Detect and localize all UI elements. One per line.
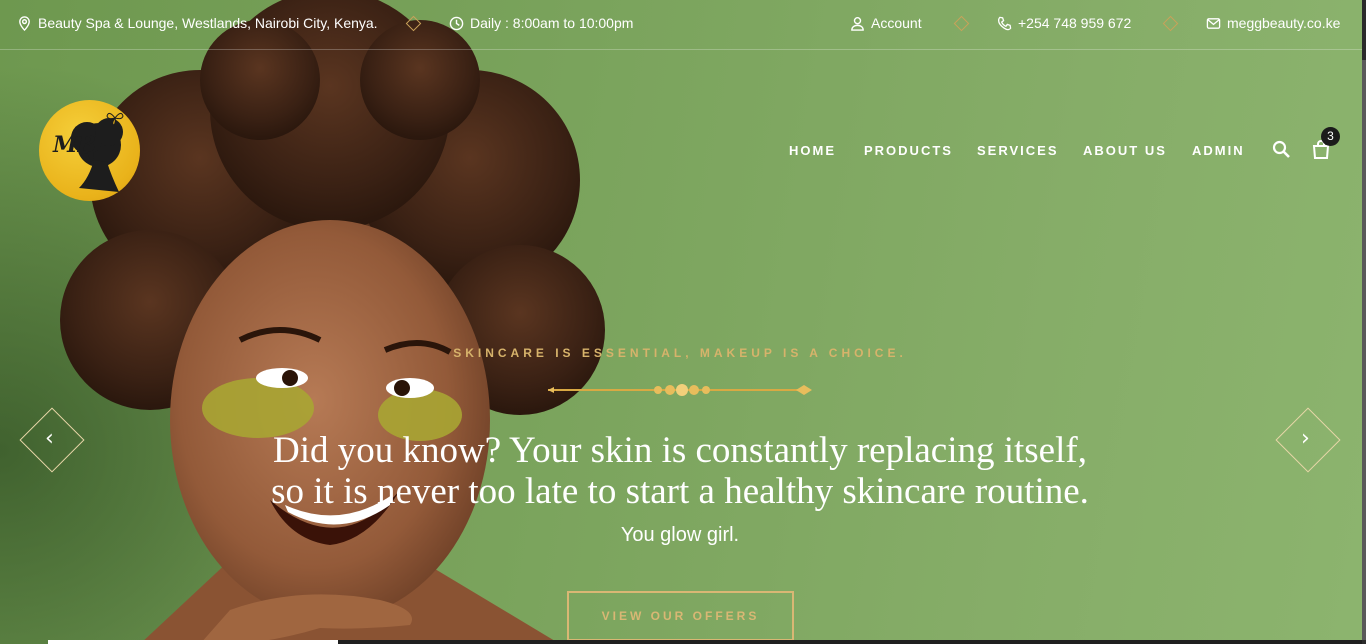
account-link[interactable]: Account [850, 15, 922, 31]
chevron-left-icon: ‹ [45, 426, 54, 451]
hero-portrait-image [0, 0, 700, 644]
nav-products[interactable]: PRODUCTS [864, 143, 953, 158]
separator-diamond [953, 15, 970, 32]
site-logo[interactable]: MB [39, 100, 140, 201]
email-link[interactable]: meggbeauty.co.ke [1206, 15, 1340, 31]
slider-progress-bar [48, 640, 338, 644]
top-info-bar: Beauty Spa & Lounge, Westlands, Nairobi … [0, 0, 1362, 50]
ornament-divider [548, 384, 812, 396]
scrollbar-thumb[interactable] [1362, 60, 1366, 640]
clock-icon [449, 16, 464, 30]
nav-services[interactable]: SERVICES [977, 143, 1059, 158]
hero-headline: Did you know? Your skin is constantly re… [180, 430, 1180, 512]
hours-item: Daily : 8:00am to 10:00pm [449, 15, 633, 31]
slider-progress-track [338, 640, 1362, 644]
address-item: Beauty Spa & Lounge, Westlands, Nairobi … [17, 15, 378, 31]
hero-subtitle: You glow girl. [620, 524, 740, 546]
search-icon[interactable] [1272, 140, 1291, 159]
location-icon [19, 15, 30, 31]
hero-headline-line-2: so it is never too late to start a healt… [271, 471, 1089, 512]
logo-text: MB [53, 132, 96, 158]
nav-home[interactable]: HOME [789, 143, 836, 158]
separator-diamond [405, 15, 422, 32]
butterfly-icon [106, 112, 124, 126]
phone-text: +254 748 959 672 [1018, 15, 1132, 31]
hero-headline-line-1: Did you know? Your skin is constantly re… [273, 430, 1087, 471]
nav-about-us[interactable]: ABOUT US [1083, 143, 1167, 158]
page-scrollbar[interactable] [1362, 0, 1366, 644]
separator-diamond [1162, 15, 1179, 32]
hero-section: Beauty Spa & Lounge, Westlands, Nairobi … [0, 0, 1362, 644]
phone-link[interactable]: +254 748 959 672 [997, 15, 1131, 31]
user-icon [851, 16, 864, 31]
chevron-right-icon: › [1301, 426, 1310, 451]
view-offers-button[interactable]: VIEW OUR OFFERS [567, 591, 794, 641]
mail-icon [1206, 17, 1221, 29]
address-text: Beauty Spa & Lounge, Westlands, Nairobi … [38, 15, 378, 31]
phone-icon [998, 16, 1012, 30]
email-text: meggbeauty.co.ke [1227, 15, 1341, 31]
cart-count-badge: 3 [1321, 127, 1340, 146]
hero-tagline: SKINCARE IS ESSENTIAL, MAKEUP IS A CHOIC… [453, 346, 907, 360]
hours-text: Daily : 8:00am to 10:00pm [470, 15, 634, 31]
account-label: Account [871, 15, 922, 31]
nav-admin[interactable]: ADMIN [1192, 143, 1245, 158]
